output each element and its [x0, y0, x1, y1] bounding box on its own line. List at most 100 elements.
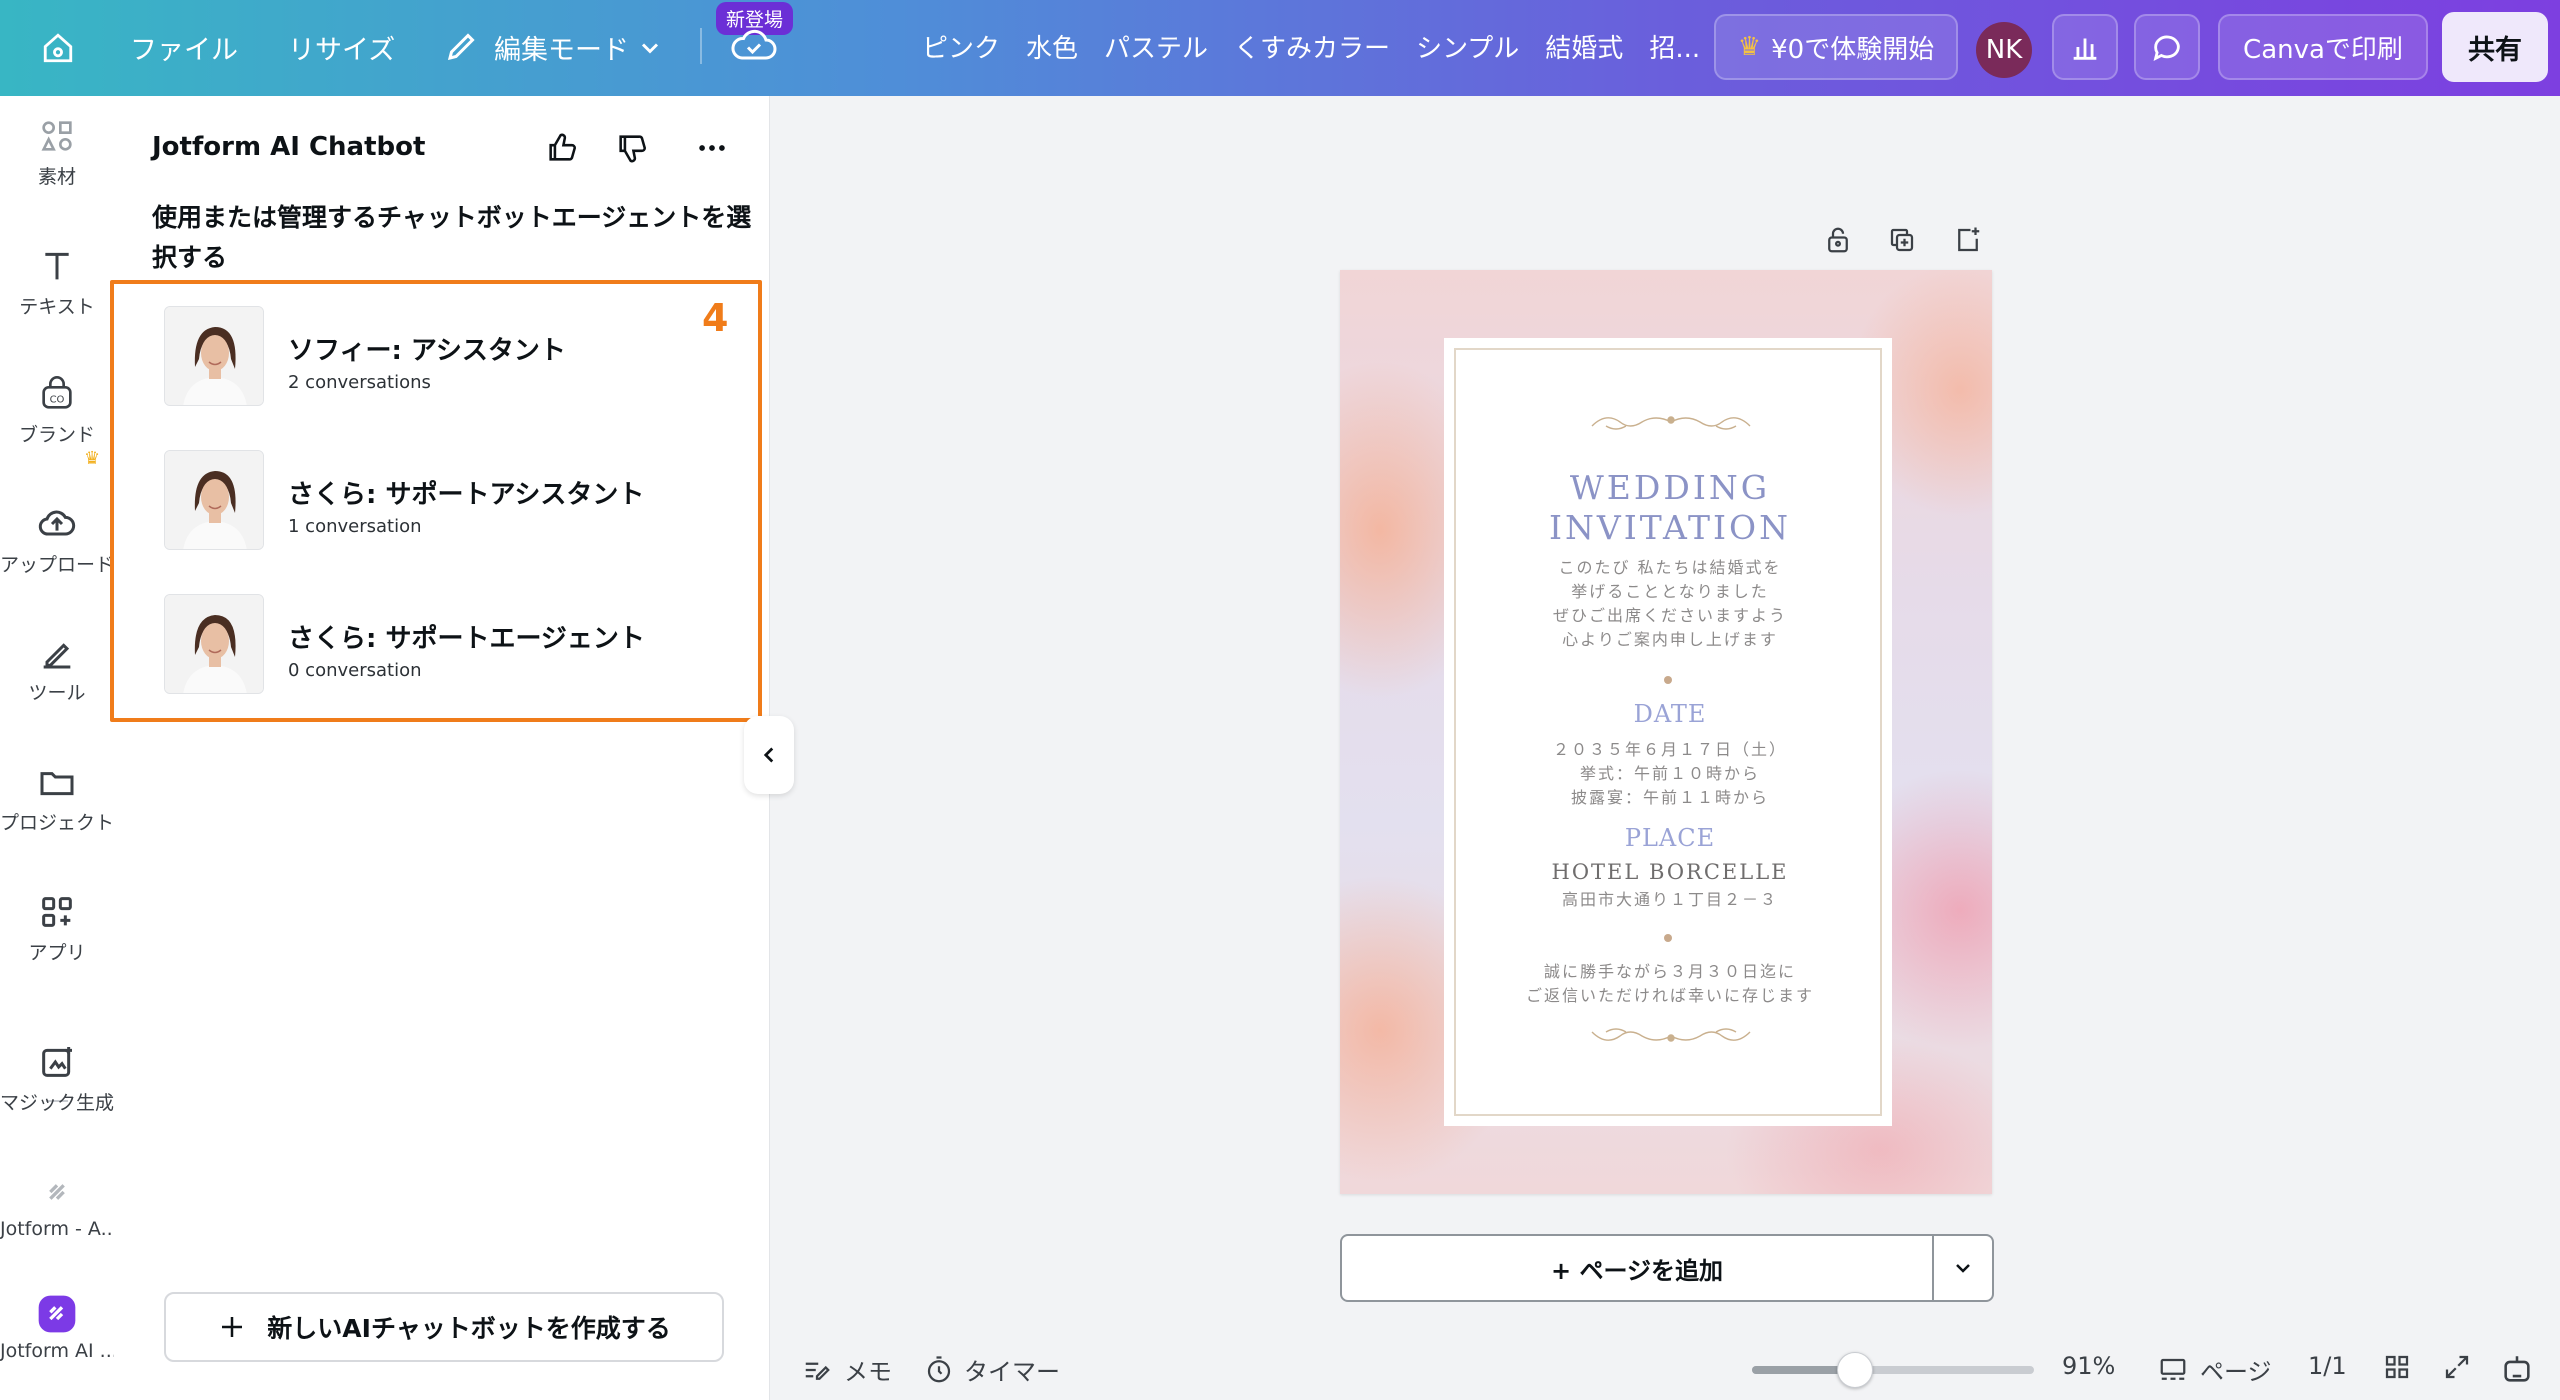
collapse-panel-button[interactable] — [744, 716, 794, 794]
duplicate-page-button[interactable] — [1880, 218, 1924, 262]
chatbot-name: ソフィー: アシスタント — [288, 336, 566, 366]
rail-label: ブランド — [18, 424, 95, 446]
rail-label: Jotform AI ... — [0, 1340, 114, 1362]
lock-button[interactable] — [1816, 218, 1860, 262]
tools-icon — [43, 643, 71, 669]
upload-icon — [38, 510, 76, 536]
notes-icon — [805, 1362, 830, 1380]
rail-label: 素材 — [37, 166, 76, 188]
tag-pastel[interactable]: パステル — [1104, 28, 1208, 65]
rail-label: アプリ — [28, 942, 86, 964]
divider — [700, 28, 702, 64]
free-trial-button[interactable]: ♛ ¥0で体験開始 — [1714, 14, 1958, 80]
home-button[interactable] — [34, 24, 82, 72]
create-chatbot-button[interactable]: 新しいAIチャットボットを作成する — [164, 1292, 724, 1362]
tag-wedding[interactable]: 結婚式 — [1545, 28, 1623, 65]
chatbot-item-sakura-assistant[interactable]: さくら: サポートアシスタント 1 conversation — [164, 450, 724, 554]
page-count: 1/1 — [2308, 1352, 2347, 1380]
rail-label: テキスト — [19, 296, 95, 318]
grid-view-button[interactable] — [2382, 1352, 2412, 1382]
date-line: 披露宴：午前１１時から — [1570, 788, 1769, 807]
rail-item-elements[interactable]: 素材 — [0, 116, 114, 189]
more-icon — [699, 145, 725, 151]
chevron-left-icon — [763, 747, 774, 763]
tag-invite[interactable]: 招... — [1649, 28, 1700, 65]
share-button[interactable]: 共有 — [2442, 12, 2548, 82]
zoom-handle[interactable] — [1837, 1352, 1873, 1388]
zoom-level[interactable]: 91% — [2062, 1352, 2115, 1380]
tag-muted[interactable]: くすみカラー — [1234, 28, 1390, 65]
panel-title: Jotform AI Chatbot — [152, 132, 426, 162]
conversation-count: 0 conversation — [288, 660, 422, 681]
rail-item-upload[interactable]: アップロード — [0, 504, 114, 577]
jotform-icon — [49, 1184, 65, 1200]
panel-subtitle: 使用または管理するチャットボットエージェントを選択する — [152, 203, 752, 272]
ornament-dot — [1664, 934, 1672, 942]
assistant-button[interactable] — [2500, 1352, 2534, 1386]
svg-text:CO: CO — [50, 394, 65, 405]
design-page[interactable]: WEDDING INVITATION このたび 私たちは結婚式を 挙げることとな… — [1340, 270, 1992, 1194]
chatbot-panel: Jotform AI Chatbot 使用または管理するチャットボットエージェン… — [110, 96, 770, 1400]
tag-pink[interactable]: ピンク — [922, 28, 1000, 65]
avatar[interactable]: NK — [1976, 22, 2032, 78]
notes-label: メモ — [844, 1358, 892, 1386]
address: 高田市大通り１丁目２－３ — [1561, 890, 1778, 909]
timer-button[interactable]: タイマー — [924, 1352, 1060, 1387]
comment-button[interactable] — [2134, 14, 2200, 80]
intro-line: 挙げることとなりました — [1571, 582, 1769, 601]
thumbs-down-icon — [619, 135, 647, 163]
pages-button[interactable]: ページ — [2156, 1352, 2272, 1387]
template-tags: ピンク 水色 パステル くすみカラー シンプル 結婚式 招... — [922, 28, 1700, 65]
rail-item-tools[interactable]: ツール — [0, 632, 114, 705]
fullscreen-button[interactable] — [2442, 1352, 2472, 1382]
rail-item-apps[interactable]: アプリ — [0, 892, 114, 965]
ornament-bottom — [1591, 1028, 1751, 1042]
comment-icon — [2153, 35, 2180, 61]
rail-item-magic[interactable]: マジック生成 — [0, 1042, 114, 1115]
file-menu[interactable]: ファイル — [130, 28, 238, 67]
pages-label: ページ — [2200, 1358, 2272, 1386]
ornament-top — [1591, 416, 1751, 430]
rail-item-projects[interactable]: プロジェクト — [0, 762, 114, 835]
rail-label: プロジェクト — [0, 812, 114, 834]
chevron-down-icon — [1956, 1264, 1970, 1273]
rail-item-jotform-ai[interactable]: Jotform AI ... — [0, 1294, 114, 1362]
chatbot-item-sakura-agent[interactable]: さくら: サポートエージェント 0 conversation — [164, 594, 724, 698]
more-options-button[interactable] — [690, 126, 734, 170]
rail-label: ツール — [28, 682, 86, 704]
free-trial-label: ¥0で体験開始 — [1771, 34, 1935, 65]
rail-item-jotform[interactable]: Jotform - A... — [0, 1172, 114, 1240]
insights-button[interactable] — [2052, 14, 2118, 80]
hotel-name: HOTEL BORCELLE — [1551, 860, 1789, 884]
add-page-button[interactable]: + ページを追加 — [1342, 1236, 1934, 1300]
left-rail: 素材 テキスト ♛ CO ブランド アップロード ツール プロジェクト アプリ … — [0, 96, 114, 1400]
crown-icon: ♛ — [84, 448, 101, 469]
rsvp-line: ご返信いただければ幸いに存じます — [1525, 986, 1814, 1005]
print-button[interactable]: Canvaで印刷 — [2218, 14, 2428, 80]
tag-simple[interactable]: シンプル — [1416, 28, 1519, 65]
add-page-dropdown[interactable] — [1934, 1236, 1992, 1300]
conversation-count: 2 conversations — [288, 372, 431, 393]
brand-icon: CO — [42, 376, 72, 409]
rail-item-text[interactable]: テキスト — [0, 246, 114, 319]
tag-light-blue[interactable]: 水色 — [1026, 28, 1078, 65]
rail-label: マジック生成 — [0, 1092, 114, 1114]
chatbot-item-sophie[interactable]: ソフィー: アシスタント 2 conversations — [164, 306, 724, 410]
thumbs-up-icon — [549, 133, 577, 161]
elements-icon — [41, 121, 72, 151]
assistant-icon — [2504, 1356, 2530, 1382]
text-icon — [45, 252, 69, 280]
thumbs-up-button[interactable] — [540, 126, 584, 170]
chatbot-avatar — [164, 450, 264, 550]
intro-line: ぜひご出席くださいますよう — [1552, 606, 1787, 625]
chatbot-name: さくら: サポートエージェント — [288, 624, 645, 654]
resize-menu[interactable]: リサイズ — [288, 28, 395, 67]
cloud-save-icon[interactable] — [730, 26, 778, 66]
thumbs-down-button[interactable] — [610, 126, 654, 170]
create-chatbot-label: 新しいAIチャットボットを作成する — [267, 1314, 671, 1343]
notes-button[interactable]: メモ — [800, 1352, 892, 1387]
place-heading: PLACE — [1624, 824, 1716, 852]
zoom-slider[interactable] — [1752, 1352, 2034, 1388]
add-page-top-button[interactable] — [1946, 218, 1990, 262]
rail-item-brand[interactable]: CO ブランド — [0, 374, 114, 447]
